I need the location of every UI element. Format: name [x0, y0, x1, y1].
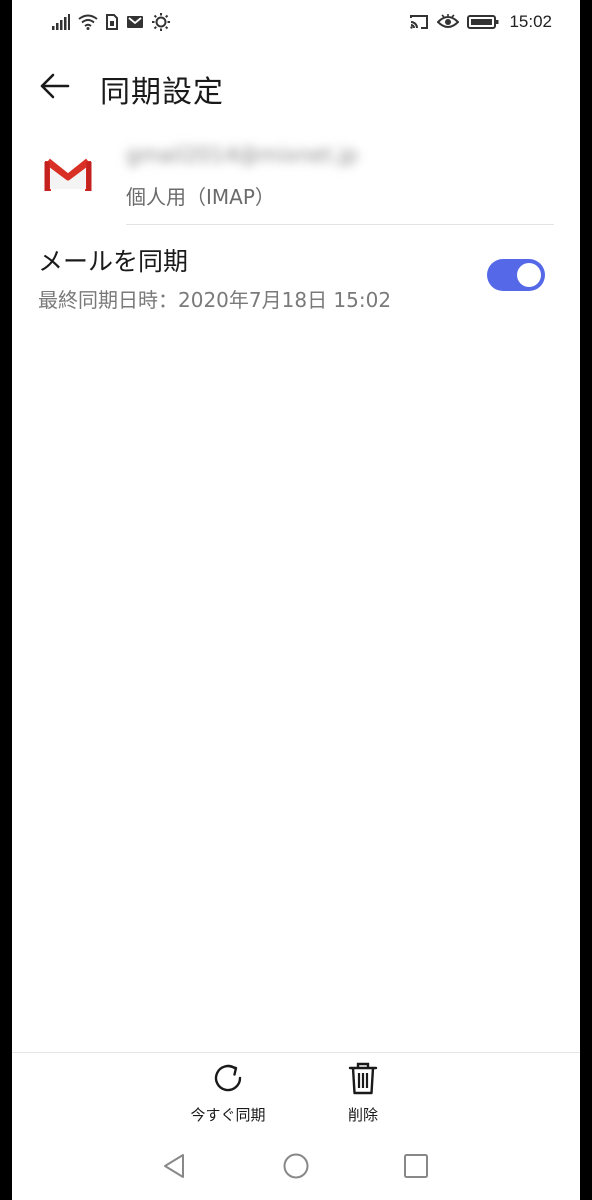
nav-back-button[interactable]: [154, 1150, 194, 1182]
account-row: gmail2014@mixnet.jp 個人用（IMAP）: [12, 135, 580, 225]
sync-now-button[interactable]: 今すぐ同期: [173, 1060, 283, 1130]
status-bar: 15:02: [12, 0, 580, 48]
toggle-knob: [517, 263, 541, 287]
trash-icon: [348, 1062, 378, 1095]
delete-label: 削除: [347, 1106, 378, 1124]
brightness-icon: [152, 13, 170, 31]
account-type: 個人用（IMAP）: [126, 185, 275, 209]
navigation-bar: [12, 1140, 580, 1192]
sync-mail-row[interactable]: メールを同期 最終同期日時：2020年7月18日 15:02: [12, 232, 580, 322]
nav-home-button[interactable]: [276, 1150, 316, 1182]
status-time: 15:02: [509, 12, 552, 31]
sync-now-label: 今すぐ同期: [190, 1106, 266, 1124]
nav-recents-button[interactable]: [396, 1150, 436, 1182]
account-email: gmail2014@mixnet.jp: [126, 143, 358, 167]
eye-comfort-icon: [437, 14, 460, 28]
page-title: 同期設定: [100, 75, 224, 110]
arrow-left-icon: [40, 73, 70, 99]
gmail-logo: [44, 158, 92, 191]
last-synced-text: 最終同期日時：2020年7月18日 15:02: [38, 288, 392, 312]
status-icons-right: 15:02: [409, 12, 552, 32]
bottom-toolbar: 今すぐ同期 削除: [12, 1060, 580, 1132]
nav-home-icon: [283, 1153, 309, 1179]
sync-mail-toggle[interactable]: [487, 259, 545, 291]
nav-back-icon: [164, 1154, 184, 1178]
sim-icon: [106, 14, 118, 30]
app-bar: 同期設定: [12, 56, 580, 116]
wifi-icon: [78, 14, 98, 30]
delete-button[interactable]: 削除: [308, 1060, 418, 1130]
status-icons-left: [52, 13, 170, 31]
divider: [126, 224, 554, 225]
nav-recents-icon: [404, 1154, 428, 1178]
sync-mail-title: メールを同期: [38, 247, 189, 276]
signal-icon: [52, 14, 70, 30]
screen: 15:02 同期設定 gmail2014@mixnet.jp 個人用（IMAP）…: [12, 0, 580, 1200]
gmail-notification-icon: [127, 16, 143, 28]
cast-icon: [410, 15, 429, 29]
battery-icon: [467, 15, 499, 29]
refresh-icon: [214, 1064, 242, 1092]
back-button[interactable]: [34, 66, 74, 106]
bottom-divider: [12, 1052, 580, 1053]
